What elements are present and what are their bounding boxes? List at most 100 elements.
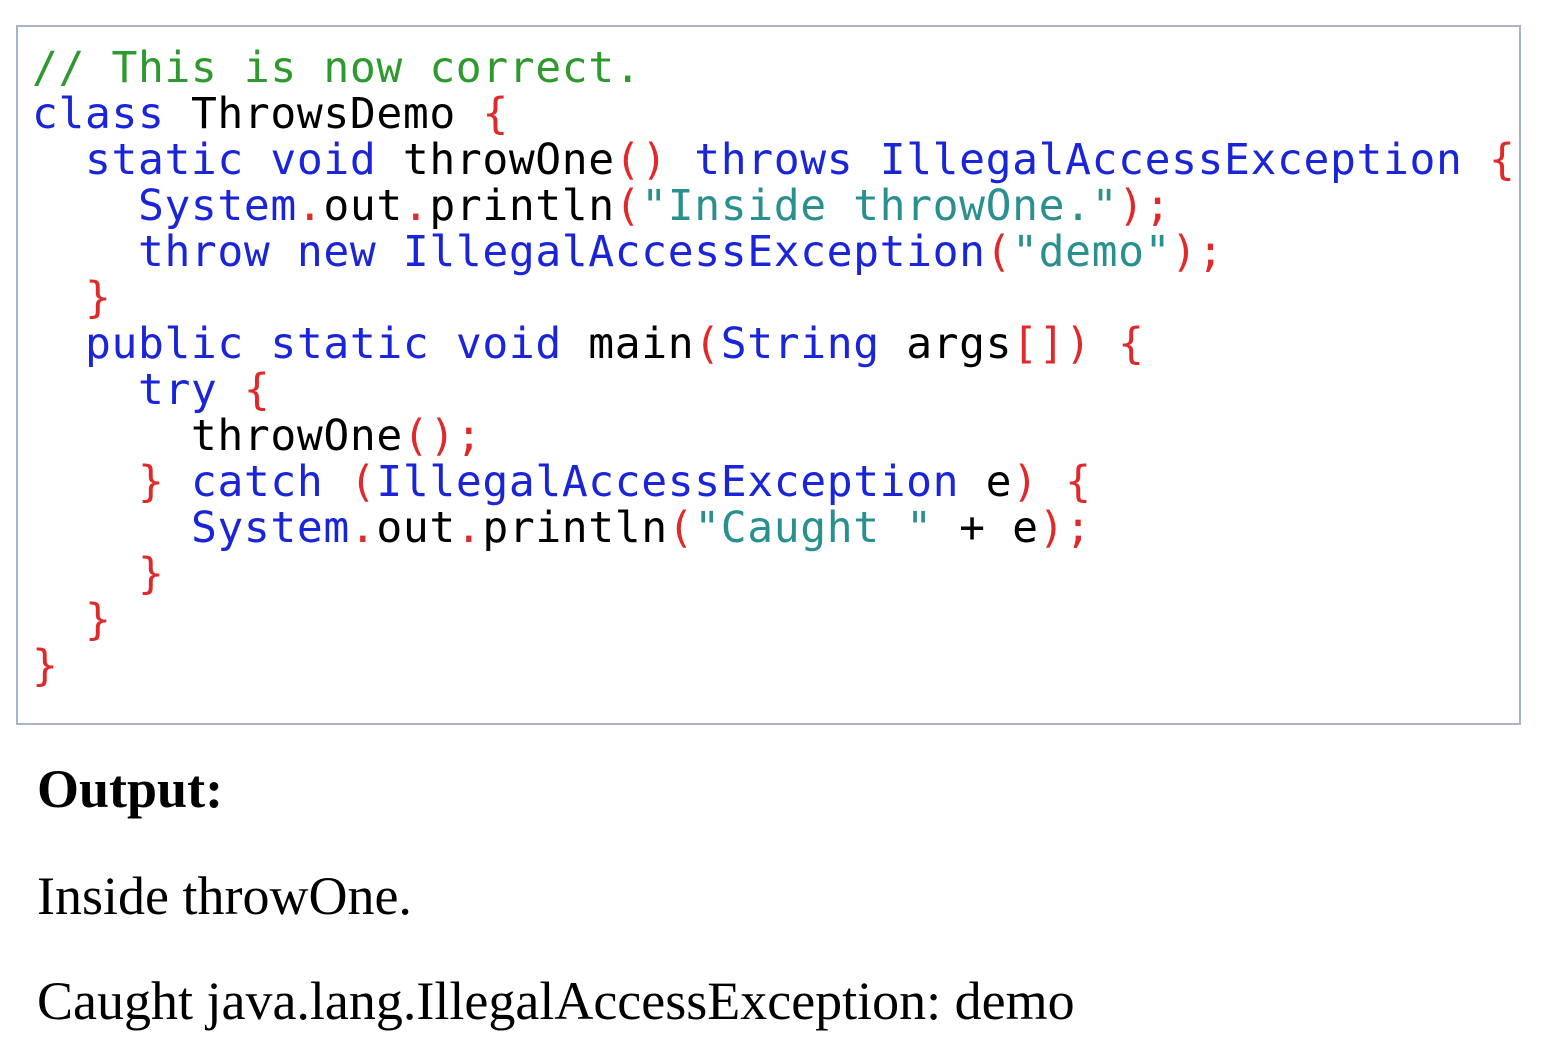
code-token: . [402, 181, 430, 231]
code-token: ) [1012, 457, 1039, 507]
code-token: "Caught " [694, 503, 933, 553]
code-token: System [137, 181, 297, 231]
code-token: . [296, 181, 324, 231]
code-token: throwOne [376, 135, 615, 185]
code-token: out [376, 503, 456, 553]
code-token: public [84, 319, 244, 369]
code-line-3: static void throwOne() throws IllegalAcc… [32, 137, 1515, 183]
code-token: + e [932, 503, 1039, 553]
code-token: IllegalAccessException [402, 227, 986, 277]
code-token: } [137, 549, 165, 599]
code-line-9: throwOne(); [32, 413, 1515, 459]
code-token: System [190, 503, 350, 553]
code-token: static [84, 135, 244, 185]
code-token: ( [985, 227, 1013, 277]
code-line-13: } [32, 597, 1515, 643]
code-token: . [455, 503, 483, 553]
code-token: throw [137, 227, 271, 277]
code-token: ); [1171, 227, 1225, 277]
code-token: try [137, 365, 218, 415]
code-line-10: } catch (IllegalAccessException e) { [32, 459, 1515, 505]
code-line-8: try { [32, 367, 1515, 413]
code-token: . [349, 503, 377, 553]
code-line-11: System.out.println("Caught " + e); [32, 505, 1515, 551]
code-line-12: } [32, 551, 1515, 597]
code-token: new [296, 227, 377, 277]
code-token: ThrowsDemo [164, 89, 483, 139]
code-token: () [614, 135, 668, 185]
code-token: IllegalAccessException [376, 457, 960, 507]
code-token: (); [402, 411, 483, 461]
code-listing: // This is now correct. class ThrowsDemo … [32, 45, 1515, 689]
output-line-2: Caught java.lang.IllegalAccessException:… [37, 971, 1075, 1031]
code-token: } [137, 457, 165, 507]
code-token: []) [1012, 319, 1092, 369]
code-token: { [1065, 457, 1092, 507]
output-line-1: Inside throwOne. [37, 866, 412, 926]
code-token: { [482, 89, 509, 139]
code-token: { [1488, 135, 1516, 185]
output-heading: Output: [37, 759, 224, 819]
code-token: ); [1038, 503, 1092, 553]
code-token: catch [190, 457, 324, 507]
code-line-7: public static void main(String args[]) { [32, 321, 1515, 367]
code-token: throwOne [32, 411, 403, 461]
code-token: class [32, 89, 165, 139]
code-token: String [720, 319, 880, 369]
code-token: } [32, 641, 59, 691]
code-token: ( [694, 319, 721, 369]
code-token: "Inside throwOne." [641, 181, 1119, 231]
code-line-2: class ThrowsDemo { [32, 91, 1515, 137]
code-token: { [243, 365, 271, 415]
code-token: args [879, 319, 1013, 369]
code-token: "demo" [1012, 227, 1172, 277]
code-line-1: // This is now correct. [32, 45, 1515, 91]
code-token: } [84, 595, 112, 645]
code-token: IllegalAccessException [879, 135, 1463, 185]
code-line-5: throw new IllegalAccessException("demo")… [32, 229, 1515, 275]
code-token: ( [349, 457, 377, 507]
code-token: main [561, 319, 695, 369]
code-token: static [270, 319, 430, 369]
code-token: println [482, 503, 668, 553]
code-token: ); [1118, 181, 1172, 231]
code-line-4: System.out.println("Inside throwOne."); [32, 183, 1515, 229]
code-token: } [84, 273, 112, 323]
code-line-6: } [32, 275, 1515, 321]
code-token: void [270, 135, 377, 185]
code-token: void [455, 319, 562, 369]
code-token: out [323, 181, 403, 231]
code-token: ( [614, 181, 642, 231]
code-token: println [429, 181, 615, 231]
code-token: // This is now correct. [32, 43, 642, 93]
code-line-14: } [32, 643, 1515, 689]
code-token: e [959, 457, 1013, 507]
code-token: { [1118, 319, 1145, 369]
code-token: ( [667, 503, 695, 553]
code-token: throws [694, 135, 854, 185]
code-listing-box: // This is now correct. class ThrowsDemo … [16, 25, 1521, 725]
